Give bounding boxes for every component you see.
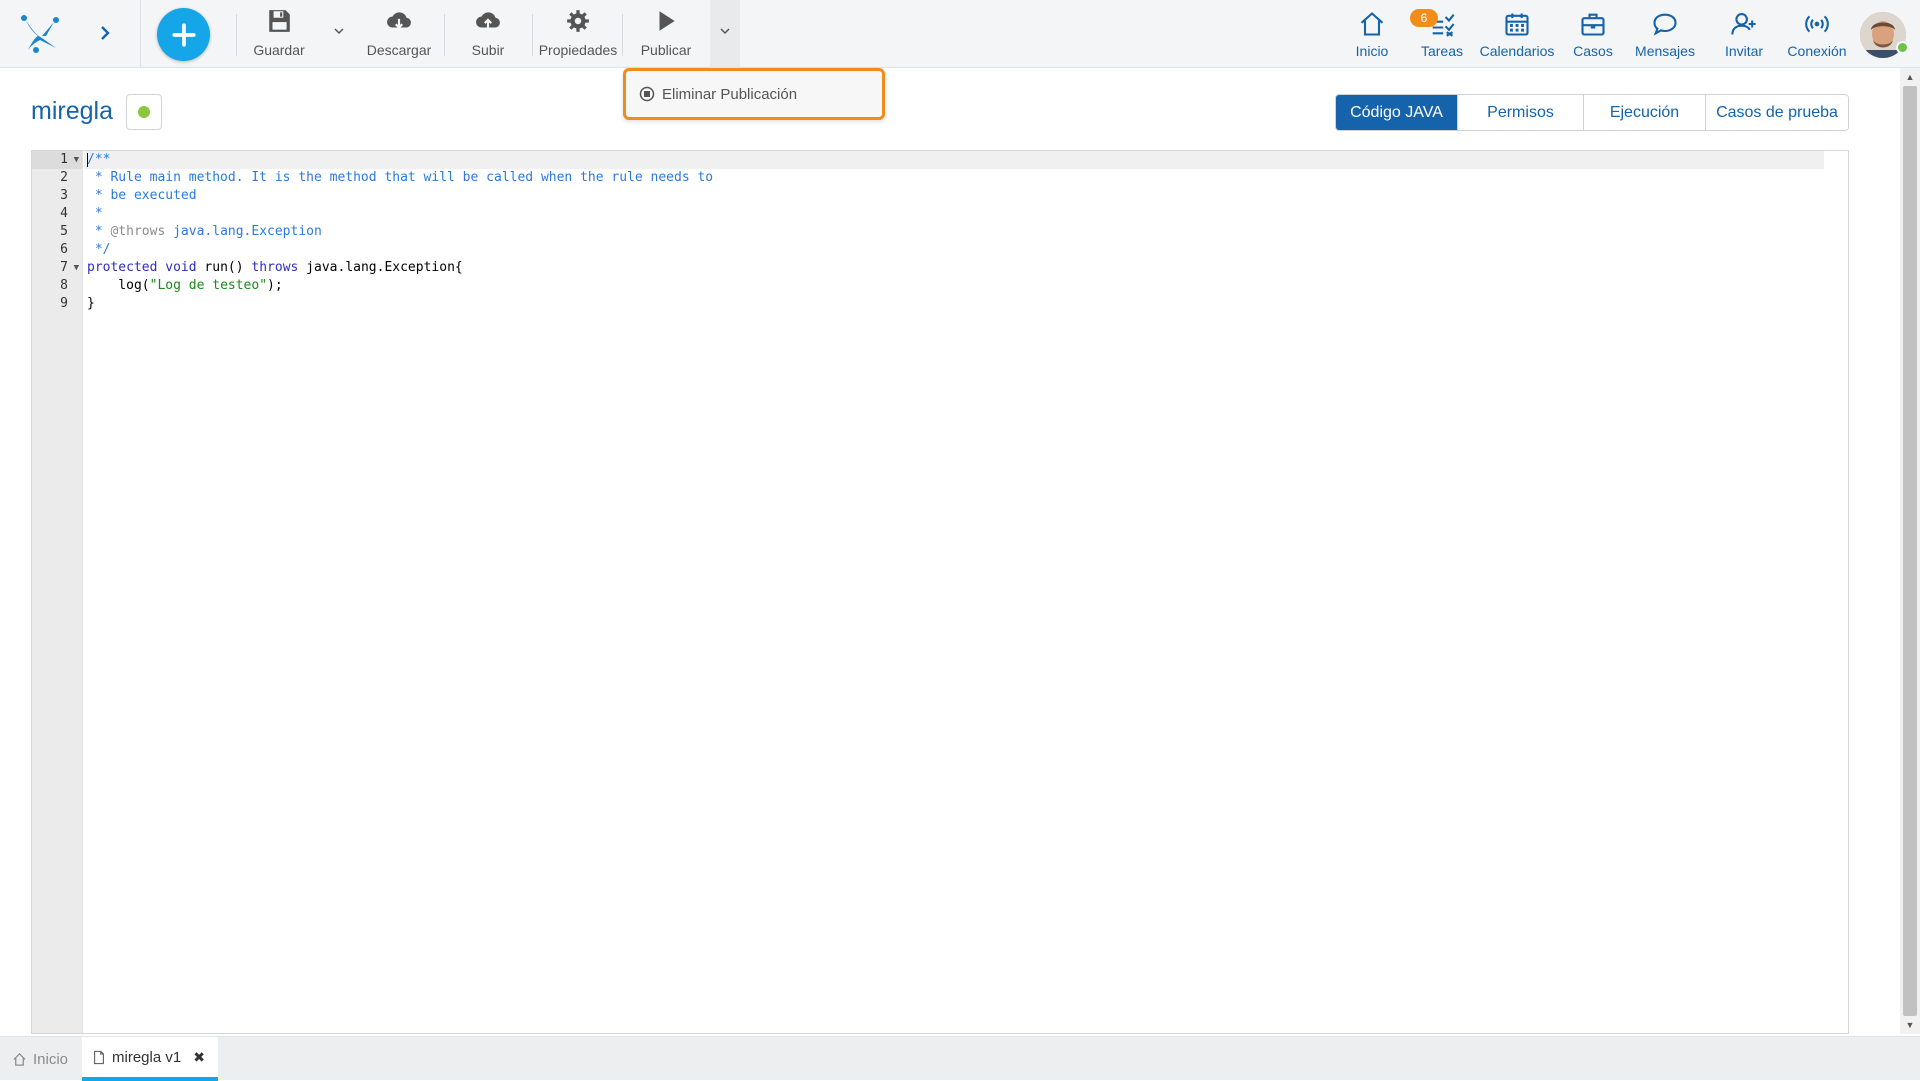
download-label: Descargar bbox=[366, 42, 432, 58]
fold-arrow-icon[interactable]: ▼ bbox=[74, 151, 79, 169]
bottom-tab-inicio[interactable]: Inicio bbox=[12, 1037, 68, 1081]
divider bbox=[140, 0, 141, 68]
home-icon bbox=[13, 1052, 26, 1066]
divider bbox=[236, 14, 237, 56]
line-number: 9 bbox=[60, 296, 68, 311]
nav-casos[interactable]: Casos bbox=[1572, 10, 1614, 59]
line-number: 4 bbox=[60, 206, 68, 221]
code-line: protected void run() throws java.lang.Ex… bbox=[87, 260, 463, 275]
publish-options-chevron-down-icon[interactable] bbox=[712, 18, 738, 44]
plus-icon bbox=[171, 22, 196, 47]
scroll-down-arrow-icon[interactable]: ▼ bbox=[1905, 1020, 1915, 1030]
nav-inicio[interactable]: Inicio bbox=[1352, 10, 1392, 59]
divider bbox=[444, 14, 445, 56]
code-line: * @throws java.lang.Exception bbox=[87, 224, 322, 239]
code-line: * be executed bbox=[87, 188, 197, 203]
chat-bubble-icon bbox=[1653, 13, 1677, 36]
publish-label: Publicar bbox=[640, 42, 692, 58]
line-number: 8 bbox=[60, 278, 68, 293]
home-icon bbox=[1360, 12, 1384, 36]
download-button[interactable]: Descargar bbox=[366, 8, 432, 60]
bottom-tab-miregla-label: miregla v1 bbox=[112, 1048, 182, 1066]
close-icon[interactable]: ✖ bbox=[193, 1049, 205, 1066]
nav-calendarios-label: Calendarios bbox=[1479, 43, 1555, 59]
nav-tareas-label: Tareas bbox=[1420, 43, 1464, 59]
divider bbox=[532, 14, 533, 56]
tab-codigo-java[interactable]: Código JAVA bbox=[1336, 95, 1458, 130]
code-line: * Rule main method. It is the method tha… bbox=[87, 170, 714, 185]
line-number: 6 bbox=[60, 242, 68, 257]
scrollbar-thumb[interactable] bbox=[1903, 86, 1917, 1016]
nav-conexion[interactable]: Conexión bbox=[1786, 10, 1848, 59]
publish-dropdown-item-eliminar-publicacion[interactable]: Eliminar Publicación bbox=[623, 68, 885, 120]
code-line: */ bbox=[87, 242, 111, 257]
editor-tabs: Código JAVA Permisos Ejecución Casos de … bbox=[1335, 94, 1849, 131]
status-dot bbox=[138, 106, 150, 118]
tasks-count-badge: 6 bbox=[1410, 9, 1438, 27]
nav-conexion-label: Conexión bbox=[1787, 43, 1847, 59]
bottom-tab-bar: Inicio miregla v1 ✖ bbox=[0, 1036, 1920, 1081]
code-line: log("Log de testeo"); bbox=[87, 278, 283, 293]
line-number: 5 bbox=[60, 224, 68, 239]
page-scrollbar[interactable]: ▲ ▼ bbox=[1900, 68, 1920, 1034]
add-button[interactable] bbox=[157, 8, 210, 61]
nav-mensajes-label: Mensajes bbox=[1635, 43, 1695, 59]
code-line: * bbox=[87, 206, 103, 221]
top-toolbar: Guardar Descargar Subir Propiedades Publ… bbox=[0, 0, 1920, 68]
line-number: 7 ▼ bbox=[60, 259, 79, 277]
code-line: /** bbox=[84, 151, 1824, 169]
calendar-icon bbox=[1505, 13, 1529, 36]
fold-arrow-icon[interactable]: ▼ bbox=[74, 259, 79, 277]
line-number: 3 bbox=[60, 188, 68, 203]
expand-sidebar-chevron-icon[interactable] bbox=[90, 18, 120, 48]
bottom-tab-miregla[interactable]: miregla v1 ✖ bbox=[82, 1037, 218, 1081]
online-status-dot bbox=[1896, 41, 1909, 54]
page-title: miregla bbox=[31, 97, 113, 125]
nav-calendarios[interactable]: Calendarios bbox=[1480, 10, 1554, 59]
nav-mensajes[interactable]: Mensajes bbox=[1634, 10, 1696, 59]
upload-button[interactable]: Subir bbox=[467, 8, 509, 60]
play-icon bbox=[659, 11, 675, 31]
save-label: Guardar bbox=[253, 42, 305, 58]
connection-signal-icon bbox=[1805, 15, 1829, 33]
bottom-tab-inicio-label: Inicio bbox=[33, 1050, 69, 1068]
cloud-upload-icon bbox=[476, 12, 500, 32]
save-options-chevron-down-icon[interactable] bbox=[326, 18, 352, 44]
save-icon bbox=[269, 10, 290, 32]
nav-inicio-label: Inicio bbox=[1355, 43, 1389, 59]
divider bbox=[622, 14, 623, 56]
line-number-gutter: 1 ▼ 2 3 4 5 6 7 ▼ 8 9 bbox=[32, 151, 83, 1033]
properties-button[interactable]: Propiedades bbox=[538, 8, 618, 60]
scroll-up-arrow-icon[interactable]: ▲ bbox=[1905, 72, 1915, 82]
stop-circle-icon bbox=[639, 86, 655, 102]
nav-invitar-label: Invitar bbox=[1724, 43, 1764, 59]
briefcase-icon bbox=[1581, 13, 1605, 36]
code-content[interactable]: /** * Rule main method. It is the method… bbox=[84, 151, 1824, 313]
tab-casos-de-prueba[interactable]: Casos de prueba bbox=[1706, 95, 1848, 130]
eliminar-publicacion-label: Eliminar Publicación bbox=[662, 85, 798, 103]
publish-button[interactable]: Publicar bbox=[637, 8, 695, 60]
rule-status-button[interactable] bbox=[126, 94, 162, 130]
save-button[interactable]: Guardar bbox=[251, 8, 307, 60]
code-line: } bbox=[87, 296, 95, 311]
line-number: 2 bbox=[60, 170, 68, 185]
nav-invitar[interactable]: Invitar bbox=[1722, 10, 1766, 59]
app-logo-icon[interactable] bbox=[16, 10, 62, 56]
properties-label: Propiedades bbox=[538, 42, 618, 58]
tab-permisos[interactable]: Permisos bbox=[1458, 95, 1584, 130]
code-editor[interactable]: 1 ▼ 2 3 4 5 6 7 ▼ 8 9 /** * Rule main meth… bbox=[31, 150, 1849, 1034]
tab-ejecucion[interactable]: Ejecución bbox=[1584, 95, 1706, 130]
upload-label: Subir bbox=[471, 42, 505, 58]
cloud-download-icon bbox=[387, 12, 411, 30]
line-number: 1 ▼ bbox=[32, 151, 82, 169]
gear-icon bbox=[567, 10, 589, 32]
document-icon bbox=[94, 1050, 104, 1064]
add-user-icon bbox=[1731, 13, 1756, 35]
nav-casos-label: Casos bbox=[1573, 43, 1613, 59]
